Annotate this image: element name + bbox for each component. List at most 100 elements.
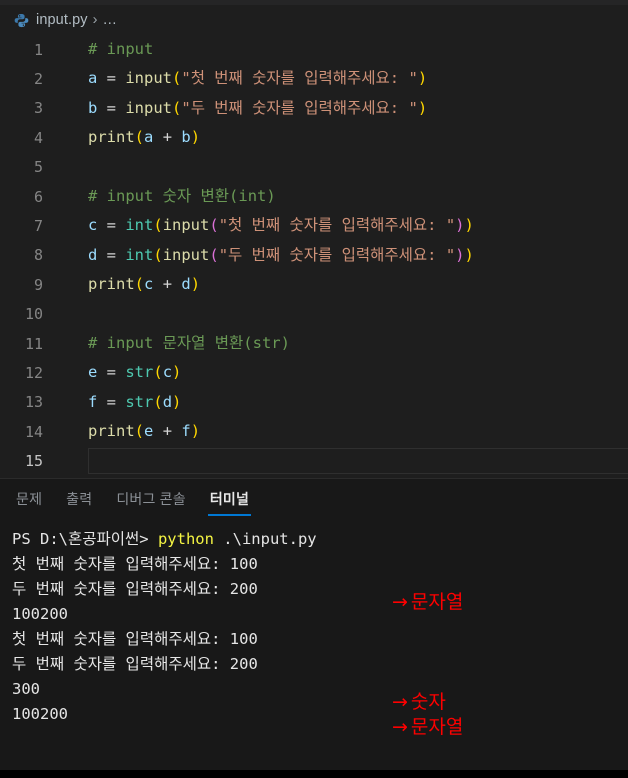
code-token-var: d — [162, 392, 173, 411]
panel-tab-inactive[interactable]: 출력 — [66, 479, 92, 519]
code-line[interactable]: 5 — [0, 153, 628, 182]
code-token-op: + — [153, 275, 182, 294]
code-line[interactable]: 14 print(e + f) — [0, 417, 628, 446]
code-token-str: "첫 번째 숫자를 입력해주세요: " — [218, 216, 456, 235]
code-line-content: # input — [52, 35, 628, 64]
code-token-fn: input — [162, 245, 210, 264]
code-token-var: a — [144, 128, 154, 147]
terminal-output: PS D:\혼공파이썬> python .\input.py 첫 번째 숫자를 입… — [12, 527, 628, 727]
code-token-p1: ( — [172, 69, 182, 88]
code-line[interactable]: 13 f = str(d) — [0, 388, 628, 417]
code-line-content: # input 문자열 변환(str) — [52, 329, 628, 358]
code-line[interactable]: 11 # input 문자열 변환(str) — [0, 329, 628, 358]
code-token-cmt: # input 숫자 변환(int) — [88, 186, 276, 205]
code-token-p1: ( — [153, 363, 163, 382]
panel-bottom-bar — [0, 770, 628, 778]
code-line-content: b = input("두 번째 숫자를 입력해주세요: ") — [52, 94, 628, 123]
code-token-fn: input — [125, 98, 173, 117]
code-token-type: str — [125, 363, 154, 382]
code-token-type: int — [125, 216, 154, 235]
code-token-p1: ) — [417, 69, 428, 88]
code-token-str: "첫 번째 숫자를 입력해주세요: " — [181, 69, 418, 88]
code-token-fn: print — [88, 422, 135, 441]
code-line[interactable]: 3 b = input("두 번째 숫자를 입력해주세요: ") — [0, 94, 628, 123]
code-token-fn: input — [125, 69, 173, 88]
code-token-var: d — [181, 275, 191, 294]
terminal-line: 두 번째 숫자를 입력해주세요: 200 — [12, 577, 628, 602]
code-token-var: a — [88, 69, 98, 88]
panel-tab-inactive[interactable]: 문제 — [16, 479, 42, 519]
code-token-op: + — [153, 128, 182, 147]
code-token-p1: ) — [190, 422, 201, 441]
code-line[interactable]: 2 a = input("첫 번째 숫자를 입력해주세요: ") — [0, 64, 628, 93]
code-line[interactable]: 9 print(c + d) — [0, 270, 628, 299]
line-number: 2 — [33, 70, 43, 89]
code-token-p1: ) — [190, 128, 201, 147]
code-token-op: = — [97, 98, 126, 117]
code-token-var: e — [88, 363, 98, 382]
code-token-fn: print — [88, 128, 135, 147]
code-token-p1: ) — [464, 245, 474, 264]
breadcrumb-file-name[interactable]: input.py — [36, 12, 88, 28]
breadcrumb: input.py › … — [0, 5, 628, 35]
code-line[interactable]: 15 — [0, 446, 628, 475]
code-token-var: d — [88, 245, 98, 264]
line-number: 4 — [33, 128, 43, 147]
code-token-p1: ( — [153, 216, 163, 235]
code-line-content: e = str(c) — [52, 358, 628, 387]
terminal-line: PS D:\혼공파이썬> python .\input.py — [12, 527, 628, 552]
line-number: 5 — [33, 158, 43, 177]
python-file-icon — [14, 13, 29, 27]
code-token-op: = — [97, 392, 126, 411]
code-line[interactable]: 10 — [0, 300, 628, 329]
breadcrumb-symbol-placeholder[interactable]: … — [102, 12, 117, 28]
line-number: 1 — [33, 40, 43, 59]
code-line[interactable]: 8d = int(input("두 번째 숫자를 입력해주세요: ")) — [0, 241, 628, 270]
code-token-type: int — [125, 245, 154, 264]
code-line-content: c = int(input("첫 번째 숫자를 입력해주세요: ")) — [52, 211, 628, 240]
panel-tab-inactive[interactable]: 디버그 콘솔 — [116, 479, 186, 519]
panel-tab-bar: 문제 출력 디버그 콘솔 터미널 — [0, 479, 628, 519]
code-line[interactable]: 4 print(a + b) — [0, 123, 628, 152]
current-line-highlight — [88, 448, 628, 474]
code-token-cmt: # input 문자열 변환(str) — [88, 333, 290, 352]
breadcrumb-separator-icon: › — [92, 12, 98, 28]
code-token-p1: ( — [172, 98, 182, 117]
code-line-content: print(e + f) — [52, 417, 628, 446]
code-line-content: print(c + d) — [52, 270, 628, 299]
terminal-line: 300 — [12, 677, 628, 702]
line-number: 3 — [33, 99, 43, 118]
code-line-content: d = int(input("두 번째 숫자를 입력해주세요: ")) — [52, 241, 628, 270]
terminal-line: 100200 — [12, 602, 628, 627]
code-token-type: str — [125, 392, 154, 411]
code-token-op: = — [97, 245, 126, 264]
line-number: 11 — [24, 334, 43, 353]
code-line[interactable]: 7c = int(input("첫 번째 숫자를 입력해주세요: ")) — [0, 211, 628, 240]
code-token-var: c — [144, 275, 154, 294]
terminal-text-white: 두 번째 숫자를 입력해주세요: 200 — [12, 580, 258, 598]
code-token-p2: ) — [455, 216, 465, 235]
terminal-line: 첫 번째 숫자를 입력해주세요: 100 — [12, 627, 628, 652]
terminal-line: 두 번째 숫자를 입력해주세요: 200 — [12, 652, 628, 677]
terminal-view[interactable]: PS D:\혼공파이썬> python .\input.py 첫 번째 숫자를 입… — [0, 519, 628, 770]
line-number: 15 — [24, 452, 43, 471]
code-line[interactable]: 6 # input 숫자 변환(int) — [0, 182, 628, 211]
code-token-p2: ( — [209, 245, 219, 264]
code-line-content: f = str(d) — [52, 388, 628, 417]
terminal-line: 첫 번째 숫자를 입력해주세요: 100 — [12, 552, 628, 577]
line-number: 10 — [24, 305, 43, 324]
code-token-p1: ) — [464, 216, 474, 235]
code-token-p1: ( — [153, 392, 163, 411]
panel-tab-active[interactable]: 터미널 — [207, 479, 252, 519]
terminal-line: 100200 — [12, 702, 628, 727]
code-token-p1: ( — [134, 128, 145, 147]
code-token-var: b — [88, 98, 98, 117]
terminal-text-white: .\input.py — [213, 530, 317, 548]
code-line[interactable]: 1 # input — [0, 35, 628, 64]
code-token-var: c — [88, 216, 98, 235]
code-editor[interactable]: 1 # input 2 a = input("첫 번째 숫자를 입력해주세요: ") 3… — [0, 35, 628, 478]
code-token-var: b — [181, 128, 191, 147]
bottom-panel: 문제 출력 디버그 콘솔 터미널 PS D:\혼공파이썬> python .\inpu… — [0, 479, 628, 778]
code-token-fn: input — [162, 216, 210, 235]
code-line[interactable]: 12 e = str(c) — [0, 358, 628, 387]
